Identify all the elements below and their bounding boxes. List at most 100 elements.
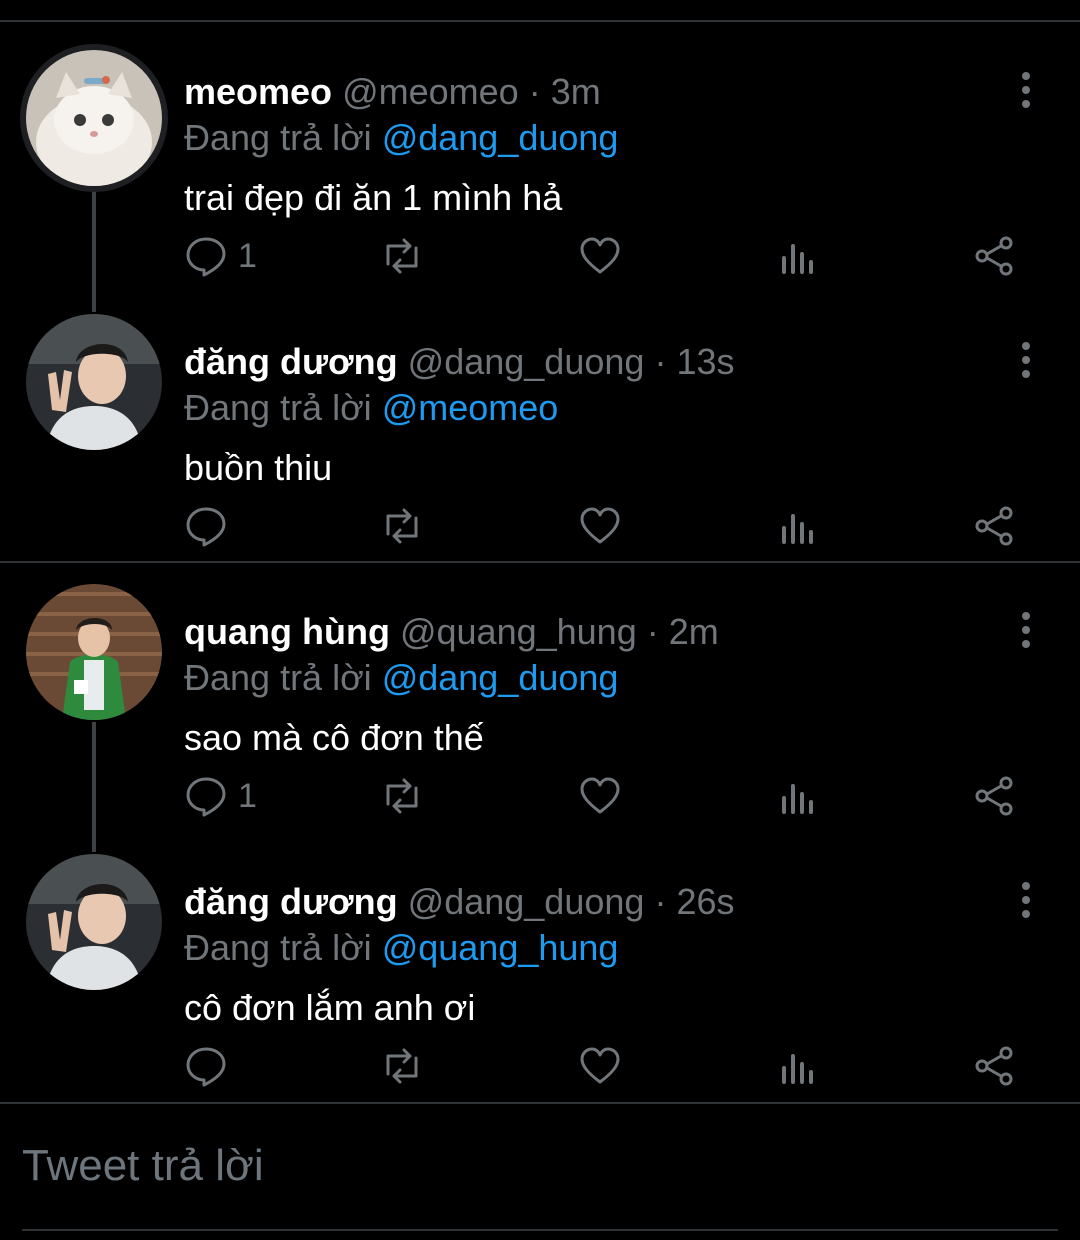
composer-underline <box>22 1229 1058 1231</box>
share-icon <box>975 1046 1013 1086</box>
retweet-icon <box>386 778 418 814</box>
display-name[interactable]: đăng dương <box>184 881 398 922</box>
user-handle[interactable]: @quang_hung <box>400 611 637 652</box>
share-icon <box>975 776 1013 816</box>
share-button[interactable] <box>972 498 1016 554</box>
analytics-button[interactable] <box>776 228 820 284</box>
more-vertical-icon <box>1022 72 1030 108</box>
tweet-text: trai đẹp đi ăn 1 mình hả <box>184 177 563 218</box>
like-button[interactable] <box>578 228 622 284</box>
retweet-icon <box>386 1048 418 1084</box>
display-name[interactable]: meomeo <box>184 71 332 112</box>
tweet-header: đăng dương @dang_duong · 26s <box>184 880 735 924</box>
separator-dot: · <box>528 71 541 112</box>
replying-to-label: Đang trả lời <box>184 657 382 698</box>
share-icon <box>975 236 1013 276</box>
person-green-jacket-avatar-icon <box>26 584 162 720</box>
retweet-icon <box>386 508 418 544</box>
tweet-text: cô đơn lắm anh ơi <box>184 987 476 1028</box>
like-button[interactable] <box>578 768 622 824</box>
timestamp[interactable]: 2m <box>669 611 719 652</box>
user-handle[interactable]: @dang_duong <box>408 881 645 922</box>
heart-icon <box>580 1047 620 1084</box>
action-bar: 1 <box>184 228 1034 284</box>
cat-avatar-icon <box>26 50 162 186</box>
replying-to-label: Đang trả lời <box>184 927 382 968</box>
separator-dot: · <box>654 341 667 382</box>
timestamp[interactable]: 13s <box>676 341 734 382</box>
user-handle[interactable]: @meomeo <box>342 71 519 112</box>
more-vertical-icon <box>1022 882 1030 918</box>
retweet-button[interactable] <box>380 498 424 554</box>
display-name[interactable]: quang hùng <box>184 611 390 652</box>
heart-icon <box>580 777 620 814</box>
display-name[interactable]: đăng dương <box>184 341 398 382</box>
composer-divider <box>0 1102 1080 1104</box>
share-button[interactable] <box>972 768 1016 824</box>
separator-dot: · <box>646 611 659 652</box>
analytics-button[interactable] <box>776 498 820 554</box>
reply-icon <box>186 237 226 277</box>
replying-to: Đang trả lời @dang_duong <box>184 116 618 160</box>
mention-link[interactable]: @dang_duong <box>382 657 619 698</box>
reply-button[interactable] <box>184 1038 238 1094</box>
analytics-icon <box>782 244 813 274</box>
reply-icon <box>186 1047 226 1087</box>
tweet-text: buồn thiu <box>184 447 333 488</box>
action-bar <box>184 1038 1034 1094</box>
analytics-button[interactable] <box>776 1038 820 1094</box>
reply-button[interactable]: 1 <box>184 768 257 824</box>
replying-to: Đang trả lời @quang_hung <box>184 926 618 970</box>
analytics-icon <box>782 784 813 814</box>
tweet-header: đăng dương @dang_duong · 13s <box>184 340 735 384</box>
action-bar <box>184 498 1034 554</box>
retweet-button[interactable] <box>380 768 424 824</box>
analytics-icon <box>782 1054 813 1084</box>
heart-icon <box>580 237 620 274</box>
share-button[interactable] <box>972 228 1016 284</box>
mention-link[interactable]: @meomeo <box>382 387 559 428</box>
like-button[interactable] <box>578 1038 622 1094</box>
replying-to-label: Đang trả lời <box>184 387 382 428</box>
tweet[interactable]: meomeo @meomeo · 3m Đang trả lời @dang_d… <box>0 22 1080 292</box>
mention-link[interactable]: @quang_hung <box>382 927 619 968</box>
action-bar: 1 <box>184 768 1034 824</box>
avatar[interactable] <box>26 854 162 990</box>
tweet[interactable]: đăng dương @dang_duong · 26s Đang trả lờ… <box>0 832 1080 1102</box>
reply-icon <box>186 777 226 817</box>
like-button[interactable] <box>578 498 622 554</box>
mention-link[interactable]: @dang_duong <box>382 117 619 158</box>
person-peace-sign-avatar-icon <box>26 854 162 990</box>
timestamp[interactable]: 3m <box>551 71 601 112</box>
reply-composer-input[interactable]: Tweet trả lời <box>22 1138 264 1194</box>
more-options-button[interactable] <box>1014 340 1038 380</box>
tweet-header: meomeo @meomeo · 3m <box>184 70 601 114</box>
more-options-button[interactable] <box>1014 610 1038 650</box>
share-button[interactable] <box>972 1038 1016 1094</box>
replying-to: Đang trả lời @meomeo <box>184 386 558 430</box>
timestamp[interactable]: 26s <box>676 881 734 922</box>
reply-button[interactable] <box>184 498 238 554</box>
retweet-button[interactable] <box>380 228 424 284</box>
tweet[interactable]: đăng dương @dang_duong · 13s Đang trả lờ… <box>0 292 1080 562</box>
replying-to: Đang trả lời @dang_duong <box>184 656 618 700</box>
reply-icon <box>186 507 226 547</box>
reply-button[interactable]: 1 <box>184 228 257 284</box>
replying-to-label: Đang trả lời <box>184 117 382 158</box>
reply-count: 1 <box>238 236 257 275</box>
tweet-text: sao mà cô đơn thế <box>184 717 484 758</box>
avatar[interactable] <box>26 584 162 720</box>
tweet-header: quang hùng @quang_hung · 2m <box>184 610 719 654</box>
retweet-icon <box>386 238 418 274</box>
avatar[interactable] <box>26 314 162 450</box>
share-icon <box>975 506 1013 546</box>
separator-dot: · <box>654 881 667 922</box>
analytics-button[interactable] <box>776 768 820 824</box>
avatar[interactable] <box>26 50 162 186</box>
more-options-button[interactable] <box>1014 70 1038 110</box>
user-handle[interactable]: @dang_duong <box>408 341 645 382</box>
retweet-button[interactable] <box>380 1038 424 1094</box>
more-options-button[interactable] <box>1014 880 1038 920</box>
tweet[interactable]: quang hùng @quang_hung · 2m Đang trả lời… <box>0 562 1080 832</box>
more-vertical-icon <box>1022 342 1030 378</box>
